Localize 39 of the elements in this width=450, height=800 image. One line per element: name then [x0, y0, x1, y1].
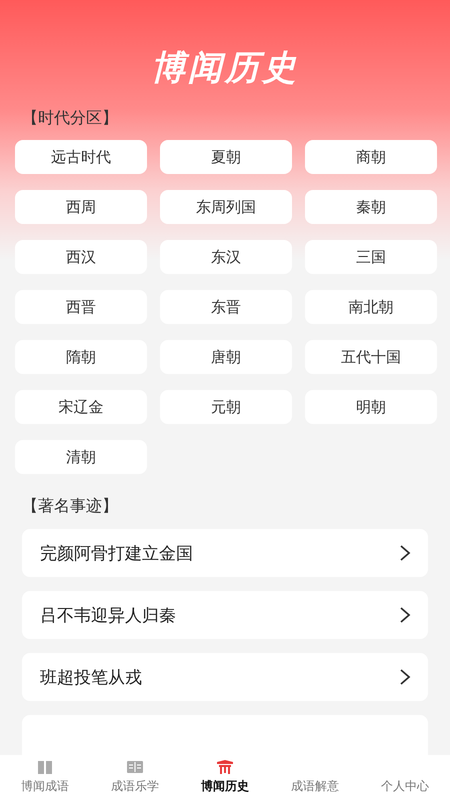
- era-button[interactable]: 东汉: [160, 240, 292, 274]
- chevron-right-icon: [398, 606, 412, 624]
- event-title: 完颜阿骨打建立金国: [40, 542, 193, 564]
- era-button[interactable]: 秦朝: [305, 190, 437, 224]
- era-button[interactable]: 隋朝: [15, 340, 147, 374]
- event-item[interactable]: 班超投笔从戎: [22, 653, 428, 701]
- era-button[interactable]: 远古时代: [15, 140, 147, 174]
- nav-tab[interactable]: 成语乐学: [90, 755, 180, 800]
- event-title: 吕不韦迎异人归秦: [40, 604, 176, 626]
- page-title: 博闻历史: [151, 48, 299, 88]
- chevron-right-icon: [398, 668, 412, 686]
- event-title: 班超投笔从戎: [40, 666, 142, 688]
- section-heading: 【著名事迹】: [22, 496, 118, 516]
- era-button[interactable]: 西汉: [15, 240, 147, 274]
- era-button[interactable]: 三国: [305, 240, 437, 274]
- chevron-right-icon: [398, 544, 412, 562]
- era-button[interactable]: 东周列国: [160, 190, 292, 224]
- era-button[interactable]: 唐朝: [160, 340, 292, 374]
- nav-tab[interactable]: 成语解意: [270, 755, 360, 800]
- event-item[interactable]: 吕不韦迎异人归秦: [22, 591, 428, 639]
- era-button[interactable]: 五代十国: [305, 340, 437, 374]
- era-button[interactable]: 东晋: [160, 290, 292, 324]
- nav-tab[interactable]: 博闻历史: [180, 755, 270, 800]
- era-button[interactable]: 南北朝: [305, 290, 437, 324]
- nav-tab[interactable]: 博闻成语: [0, 755, 90, 800]
- section-heading: 【时代分区】: [22, 108, 118, 128]
- nav-tab[interactable]: 个人中心: [360, 755, 450, 800]
- era-button[interactable]: 清朝: [15, 440, 147, 474]
- book-icon: [36, 759, 54, 775]
- gate-icon: [216, 759, 234, 775]
- era-button[interactable]: 西周: [15, 190, 147, 224]
- era-button[interactable]: 元朝: [160, 390, 292, 424]
- era-button[interactable]: 夏朝: [160, 140, 292, 174]
- book-icon: [126, 759, 144, 775]
- era-button[interactable]: 明朝: [305, 390, 437, 424]
- event-item[interactable]: 完颜阿骨打建立金国: [22, 529, 428, 577]
- era-button[interactable]: 西晋: [15, 290, 147, 324]
- era-button[interactable]: 宋辽金: [15, 390, 147, 424]
- era-button[interactable]: 商朝: [305, 140, 437, 174]
